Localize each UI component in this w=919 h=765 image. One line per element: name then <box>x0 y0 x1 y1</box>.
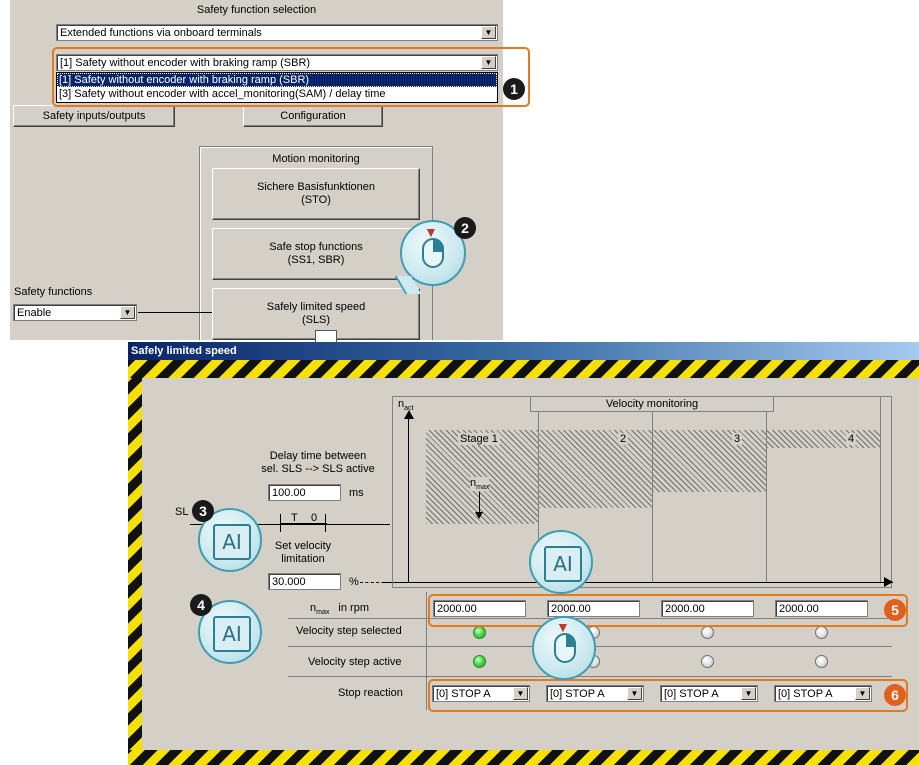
stage-3-band <box>653 430 766 492</box>
stage-divider <box>880 396 881 582</box>
stage-2-label: 2 <box>618 433 629 445</box>
hazard-bottom <box>128 750 919 765</box>
grid-vline <box>426 592 427 710</box>
nact-label: nact <box>398 398 414 413</box>
arrow-down-icon: ▼ <box>424 224 438 240</box>
panel-title: Safety function selection <box>196 4 317 16</box>
sl-label: SL <box>175 506 189 518</box>
callout-6: 6 <box>884 684 906 706</box>
stage-4-label: 4 <box>846 433 857 445</box>
nmax-highlight-box <box>428 594 908 627</box>
function-select[interactable]: Extended functions via onboard terminals… <box>56 24 498 41</box>
text-input-icon: AI <box>213 616 251 652</box>
step-active-led-1 <box>473 655 486 668</box>
safe-stop-functions-button[interactable]: Safe stop functions (SS1, SBR) <box>212 228 420 280</box>
mouse-icon <box>422 238 444 268</box>
delay-time-input[interactable]: 100.00 <box>268 484 341 501</box>
mouse-icon <box>554 633 576 663</box>
stage-3-label: 3 <box>732 433 743 445</box>
callout-5: 5 <box>884 599 906 621</box>
timer-0: 0 <box>311 512 318 524</box>
configuration-button[interactable]: Configuration <box>243 105 383 127</box>
connector-line <box>138 312 212 313</box>
delay-unit: ms <box>349 487 364 499</box>
delay-label-1: Delay time between <box>269 450 367 462</box>
velocity-monitoring-label: Velocity monitoring <box>605 398 699 410</box>
text-input-icon: AI <box>213 524 251 560</box>
row-divider <box>288 676 892 677</box>
step-active-led-3 <box>701 655 714 668</box>
hazard-left <box>128 378 142 750</box>
callout-1: 1 <box>503 78 525 100</box>
stage-4-band <box>767 430 880 448</box>
step-selected-led-3 <box>701 626 714 639</box>
chevron-down-icon[interactable]: ▼ <box>120 306 135 319</box>
timer-block: T 0 <box>280 512 327 532</box>
mode-highlight-box <box>52 47 530 107</box>
sls-window-title: Safely limited speed <box>131 345 237 357</box>
input-bubble-5: AI <box>529 530 593 594</box>
step-selected-label: Velocity step selected <box>296 625 402 637</box>
nmax-chart-label: nmax <box>470 477 490 492</box>
callout-4: 4 <box>190 594 212 616</box>
stage-1-label: Stage 1 <box>458 433 500 445</box>
step-active-label: Velocity step active <box>308 656 402 668</box>
timer-t: T <box>291 512 298 524</box>
nmax-arrow-head <box>475 512 483 519</box>
step-selected-led-1 <box>473 626 486 639</box>
stop-reaction-label: Stop reaction <box>338 687 403 699</box>
velocity-monitoring-box: Velocity monitoring <box>530 396 774 412</box>
stage-2-band <box>539 430 652 508</box>
safety-functions-select[interactable]: Enable ▼ <box>13 304 137 321</box>
nmax-arrow-line <box>479 492 480 514</box>
callout-3: 3 <box>192 500 214 522</box>
safety-functions-label: Safety functions <box>14 286 93 298</box>
x-axis-arrow <box>884 577 893 587</box>
sls-title-bar: Safely limited speed <box>128 342 919 360</box>
limit-unit: % <box>349 576 359 588</box>
text-input-icon: AI <box>544 546 582 582</box>
safety-io-button[interactable]: Safety inputs/outputs <box>13 105 175 127</box>
callout-2: 2 <box>454 217 476 239</box>
arrow-down-icon: ▼ <box>556 619 570 635</box>
chevron-down-icon[interactable]: ▼ <box>481 26 496 39</box>
stop-highlight-box <box>428 679 908 712</box>
y-axis <box>408 416 409 582</box>
set-velocity-1: Set velocity <box>274 540 332 552</box>
velocity-limit-input[interactable]: 30.000 <box>268 573 341 590</box>
delay-label-2: sel. SLS --> SLS active <box>261 463 375 475</box>
step-selected-led-4 <box>815 626 828 639</box>
nmax-row-label: nmax in rpm <box>310 602 369 617</box>
step-active-led-4 <box>815 655 828 668</box>
motion-monitoring-title: Motion monitoring <box>272 153 360 165</box>
mouse-click-bubble-6: ▼ <box>532 616 596 680</box>
basic-functions-button[interactable]: Sichere Basisfunktionen (STO) <box>212 168 420 220</box>
hazard-top <box>128 360 919 378</box>
set-velocity-2: limitation <box>281 553 325 565</box>
